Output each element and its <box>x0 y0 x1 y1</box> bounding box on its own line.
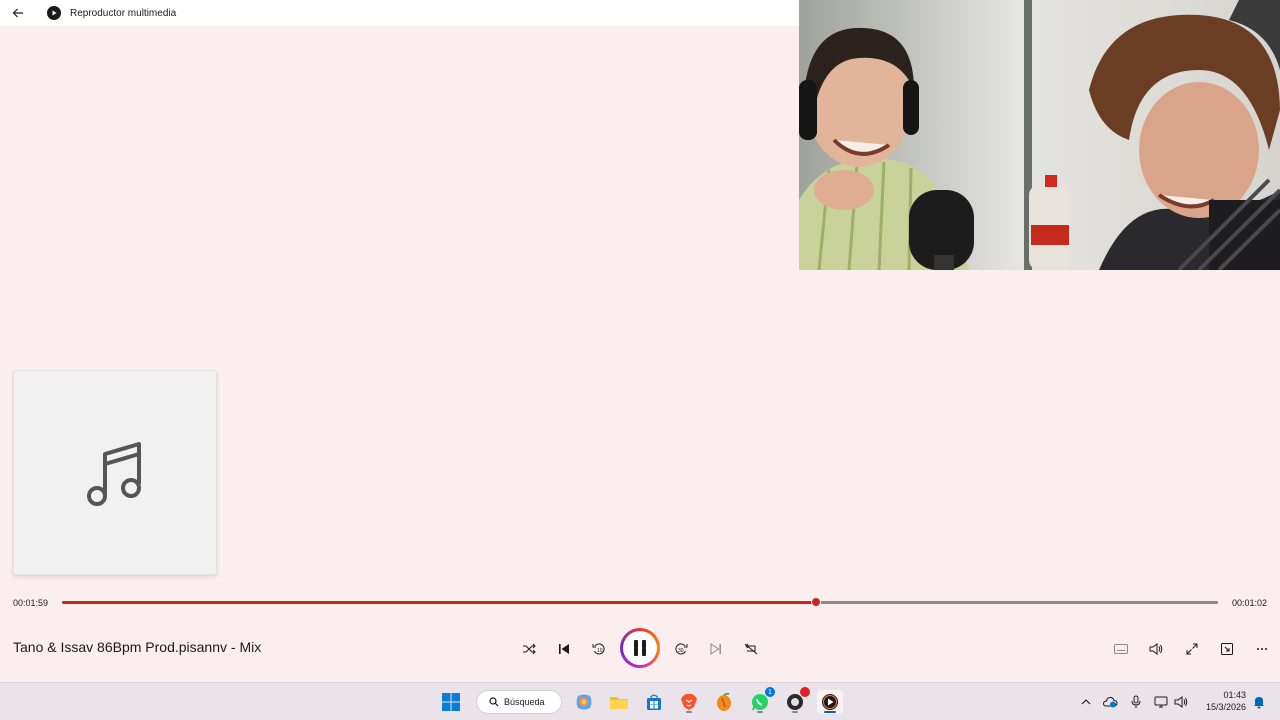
back-button[interactable] <box>0 0 36 26</box>
previous-button[interactable] <box>549 634 579 664</box>
search-label: Búsqueda <box>504 697 545 707</box>
title-bar: Reproductor multimedia <box>0 0 800 26</box>
transport-bar: Tano & Issav 86Bpm Prod.pisannv - Mix 10 <box>0 616 1280 682</box>
obs-taskbar-button[interactable] <box>782 687 810 714</box>
svg-text:30: 30 <box>678 648 684 654</box>
store-taskbar-button[interactable] <box>641 690 667 714</box>
cloud-icon <box>1102 696 1118 708</box>
shuffle-icon <box>523 643 536 655</box>
next-icon <box>710 643 721 655</box>
network-tray-button[interactable] <box>1153 694 1169 710</box>
captions-icon <box>1114 644 1128 654</box>
folder-icon <box>610 697 628 709</box>
network-icon <box>1154 696 1168 708</box>
seek-area: 00:01:59 00:01:02 <box>0 588 1280 616</box>
miniplayer-icon <box>1221 643 1233 655</box>
running-indicator <box>686 711 692 713</box>
forward-30-icon: 30 <box>675 643 688 655</box>
whatsapp-taskbar-button[interactable]: 1 <box>747 687 775 714</box>
running-indicator <box>757 711 763 713</box>
album-art-placeholder <box>13 370 217 575</box>
fruit-app-icon <box>717 693 731 711</box>
search-icon <box>489 697 499 707</box>
media-player-app-icon <box>47 6 61 20</box>
pause-button-face <box>623 631 657 665</box>
track-title: Tano & Issav 86Bpm Prod.pisannv - Mix <box>13 639 262 655</box>
forward-30-button[interactable]: 30 <box>666 634 696 664</box>
onedrive-tray-button[interactable] <box>1102 694 1118 710</box>
file-explorer-taskbar-button[interactable] <box>606 690 632 714</box>
fullscreen-icon <box>1186 643 1198 655</box>
more-icon <box>1257 648 1267 650</box>
fl-studio-taskbar-button[interactable] <box>711 690 737 714</box>
repeat-button[interactable] <box>736 634 766 664</box>
volume-tray-button[interactable] <box>1173 694 1189 710</box>
clock-time: 01:43 <box>1223 690 1246 700</box>
rewind-10-button[interactable]: 10 <box>584 634 614 664</box>
copilot-icon <box>576 694 592 710</box>
repeat-off-icon <box>744 643 758 655</box>
notification-badge: 1 <box>765 687 775 697</box>
running-indicator <box>792 711 798 713</box>
previous-icon <box>559 644 569 654</box>
rewind-10-icon: 10 <box>592 643 605 655</box>
volume-icon <box>1149 643 1163 655</box>
chevron-up-icon <box>1081 699 1091 705</box>
store-bag-icon <box>647 694 661 710</box>
seek-bar-thumb[interactable] <box>811 597 822 607</box>
remaining-time: 00:01:02 <box>1231 598 1267 608</box>
notifications-tray-button[interactable] <box>1251 694 1267 710</box>
volume-button[interactable] <box>1141 634 1171 664</box>
media-player-icon <box>822 694 838 710</box>
fullscreen-button[interactable] <box>1177 634 1207 664</box>
svg-text:10: 10 <box>597 648 603 654</box>
more-options-button[interactable] <box>1247 634 1277 664</box>
shuffle-button[interactable] <box>514 634 544 664</box>
active-indicator <box>824 711 836 713</box>
seek-bar[interactable] <box>62 597 1218 607</box>
taskbar-search[interactable]: Búsqueda <box>476 690 562 714</box>
microphone-icon <box>1131 695 1141 708</box>
pause-icon <box>634 640 646 656</box>
arrow-left-icon <box>12 8 23 18</box>
pause-button[interactable] <box>620 628 660 668</box>
music-note-icon <box>87 441 141 506</box>
show-hidden-icons-button[interactable] <box>1078 694 1094 710</box>
clock-date: 15/3/2026 <box>1205 702 1246 712</box>
window-title: Reproductor multimedia <box>70 7 177 19</box>
speaker-icon <box>1174 696 1188 708</box>
captions-button[interactable] <box>1106 634 1136 664</box>
copilot-taskbar-button[interactable] <box>571 690 597 714</box>
taskbar-clock[interactable]: 01:43 15/3/2026 <box>1196 689 1246 713</box>
next-button[interactable] <box>701 634 731 664</box>
windows-logo-icon <box>442 693 460 711</box>
webcam-overlay <box>799 0 1280 270</box>
seek-bar-progress <box>62 601 817 604</box>
start-button[interactable] <box>438 690 464 714</box>
bell-icon <box>1254 697 1264 709</box>
live-indicator-badge <box>800 687 810 697</box>
media-player-taskbar-button[interactable] <box>817 690 843 714</box>
brave-taskbar-button[interactable] <box>676 690 702 714</box>
taskbar: Búsqueda 1 01:43 15/3/2026 <box>0 682 1280 720</box>
elapsed-time: 00:01:59 <box>13 598 49 608</box>
brave-lion-icon <box>681 694 697 710</box>
microphone-tray-button[interactable] <box>1128 694 1144 710</box>
miniplayer-button[interactable] <box>1212 634 1242 664</box>
